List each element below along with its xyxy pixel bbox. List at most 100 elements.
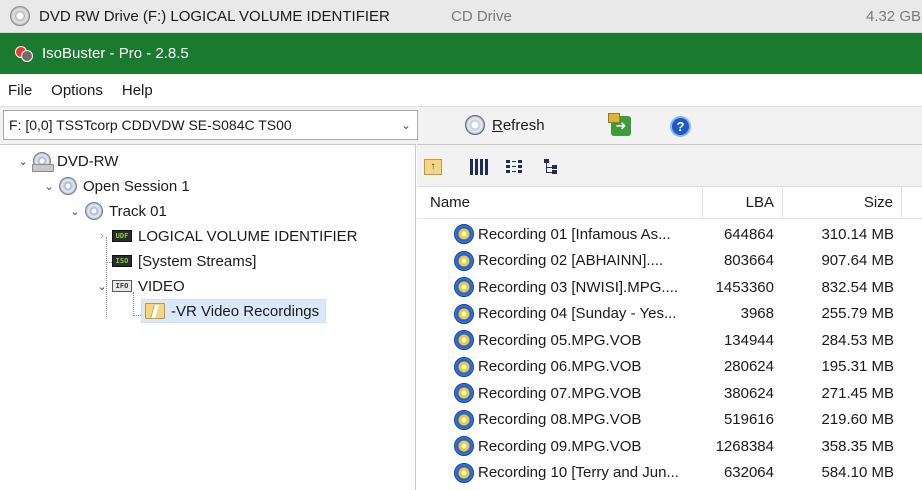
video-file-icon <box>454 436 474 457</box>
isobuster-app-icon <box>14 44 34 64</box>
table-row[interactable]: Recording 06.MPG.VOB 280624 195.31 MB <box>417 354 922 381</box>
video-file-icon <box>454 250 474 271</box>
video-file-icon <box>454 409 474 430</box>
menu-bar: File Options Help <box>0 74 922 106</box>
refresh-button[interactable]: Refresh <box>459 111 551 139</box>
file-size: 219.60 MB <box>821 411 894 429</box>
file-lba: 1268384 <box>715 437 774 455</box>
table-row[interactable]: Recording 01 [Infamous As... 644864 310.… <box>417 221 922 248</box>
table-row[interactable]: Recording 04 [Sunday - Yes... 3968 255.7… <box>417 301 922 328</box>
tree-label: -VR Video Recordings <box>171 302 320 320</box>
session-disc-icon <box>59 177 77 195</box>
track-disc-icon <box>85 202 103 220</box>
tree-pane: ⌄ DVD-RW ⌄ Open Session 1 ⌄ Track 01 › U… <box>0 144 416 490</box>
file-name: Recording 05.MPG.VOB <box>478 331 642 349</box>
table-row[interactable]: Recording 03 [NWISI].MPG.... 1453360 832… <box>417 274 922 301</box>
folder-icon <box>145 303 165 319</box>
file-size: 271.45 MB <box>821 384 894 402</box>
help-icon[interactable]: ? <box>670 116 691 137</box>
file-lba: 3968 <box>740 305 774 323</box>
file-lba: 280624 <box>723 358 774 376</box>
tree-item-system-streams[interactable]: ISO [System Streams] <box>112 249 256 273</box>
tree-item-dvd-rw[interactable]: ⌄ DVD-RW <box>16 149 118 173</box>
video-file-icon <box>454 356 474 377</box>
file-name: Recording 02 [ABHAINN].... <box>478 252 664 270</box>
file-name: Recording 04 [Sunday - Yes... <box>478 305 677 323</box>
details-view-icon[interactable] <box>506 159 524 175</box>
chevron-down-icon[interactable]: ⌄ <box>16 154 30 168</box>
file-lba: 380624 <box>723 384 774 402</box>
table-row[interactable]: Recording 05.MPG.VOB 134944 284.53 MB <box>417 327 922 354</box>
chevron-down-icon[interactable]: ⌄ <box>95 279 109 293</box>
drive-select-value: F: [0,0] TSSTcorp CDDVDW SE-S084C TS00 <box>9 117 292 133</box>
iso-filesystem-icon: ISO <box>112 255 132 267</box>
tree-label: DVD-RW <box>57 152 119 170</box>
video-file-icon <box>454 383 474 404</box>
file-name: Recording 10 [Terry and Jun... <box>478 464 679 482</box>
window-title: IsoBuster - Pro - 2.8.5 <box>42 45 189 62</box>
file-size: 907.64 MB <box>821 252 894 270</box>
drive-title: DVD RW Drive (F:) LOGICAL VOLUME IDENTIF… <box>39 7 390 25</box>
tree-item-vr-video-recordings[interactable]: -VR Video Recordings <box>141 299 327 323</box>
drive-select-dropdown[interactable]: F: [0,0] TSSTcorp CDDVDW SE-S084C TS00 ⌄ <box>3 110 418 140</box>
file-size: 310.14 MB <box>821 225 894 243</box>
file-lba: 134944 <box>723 331 774 349</box>
drive-type: CD Drive <box>451 7 512 25</box>
export-icon[interactable]: ➜ <box>608 113 631 136</box>
refresh-icon <box>465 115 485 135</box>
file-name: Recording 03 [NWISI].MPG.... <box>478 278 679 296</box>
tree-label: LOGICAL VOLUME IDENTIFIER <box>138 227 358 245</box>
window-title-bar: IsoBuster - Pro - 2.8.5 <box>0 33 922 74</box>
column-header-row: Name LBA Size <box>417 186 922 219</box>
menu-options[interactable]: Options <box>51 82 103 99</box>
chevron-down-icon[interactable]: ⌄ <box>42 179 56 193</box>
column-header-lba[interactable]: LBA <box>702 186 782 219</box>
drive-size: 4.32 GB <box>865 7 921 25</box>
file-lba: 644864 <box>723 225 774 243</box>
toolbar: F: [0,0] TSSTcorp CDDVDW SE-S084C TS00 ⌄… <box>0 106 922 144</box>
chevron-down-icon[interactable]: ⌄ <box>395 111 417 139</box>
file-lba: 1453360 <box>715 278 774 296</box>
table-row[interactable]: Recording 10 [Terry and Jun... 632064 58… <box>417 460 922 487</box>
tree-item-video[interactable]: ⌄ IFO VIDEO <box>95 274 185 298</box>
tree-item-session[interactable]: ⌄ Open Session 1 <box>42 174 190 198</box>
file-name: Recording 06.MPG.VOB <box>478 358 642 376</box>
file-size: 832.54 MB <box>821 278 894 296</box>
column-header-size[interactable]: Size <box>782 186 902 219</box>
tree-item-udf[interactable]: › UDF LOGICAL VOLUME IDENTIFIER <box>95 224 358 248</box>
table-row[interactable]: Recording 09.MPG.VOB 1268384 358.35 MB <box>417 433 922 460</box>
table-row[interactable]: Recording 08.MPG.VOB 519616 219.60 MB <box>417 407 922 434</box>
drive-info-bar: DVD RW Drive (F:) LOGICAL VOLUME IDENTIF… <box>0 0 922 33</box>
folder-up-icon[interactable]: ↑ <box>424 159 442 175</box>
file-name: Recording 07.MPG.VOB <box>478 384 642 402</box>
chevron-down-icon[interactable]: ⌄ <box>68 204 82 218</box>
tree-label: VIDEO <box>138 277 185 295</box>
tree-item-track[interactable]: ⌄ Track 01 <box>68 199 167 223</box>
file-name: Recording 01 [Infamous As... <box>478 225 671 243</box>
file-lba: 632064 <box>723 464 774 482</box>
video-file-icon <box>454 224 474 245</box>
disc-drive-icon <box>10 6 30 26</box>
chevron-right-icon[interactable]: › <box>95 229 109 243</box>
file-lba: 519616 <box>723 411 774 429</box>
column-header-name[interactable]: Name <box>417 194 702 211</box>
file-size: 358.35 MB <box>821 437 894 455</box>
large-icons-view-icon[interactable] <box>470 159 488 175</box>
table-row[interactable]: Recording 02 [ABHAINN].... 803664 907.64… <box>417 248 922 275</box>
file-size: 255.79 MB <box>821 305 894 323</box>
tree-label: Track 01 <box>109 202 167 220</box>
ifo-filesystem-icon: IFO <box>112 280 132 292</box>
menu-file[interactable]: File <box>8 82 32 99</box>
tree-label: [System Streams] <box>138 252 257 270</box>
file-name: Recording 09.MPG.VOB <box>478 437 642 455</box>
file-list-toolbar: ↑ <box>417 145 922 187</box>
file-size: 284.53 MB <box>821 331 894 349</box>
file-size: 584.10 MB <box>821 464 894 482</box>
file-name: Recording 08.MPG.VOB <box>478 411 642 429</box>
table-row[interactable]: Recording 07.MPG.VOB 380624 271.45 MB <box>417 380 922 407</box>
file-lba: 803664 <box>723 252 774 270</box>
refresh-label: Refresh <box>492 116 545 134</box>
video-file-icon <box>454 462 474 483</box>
menu-help[interactable]: Help <box>122 82 153 99</box>
tree-view-icon[interactable] <box>544 159 562 175</box>
